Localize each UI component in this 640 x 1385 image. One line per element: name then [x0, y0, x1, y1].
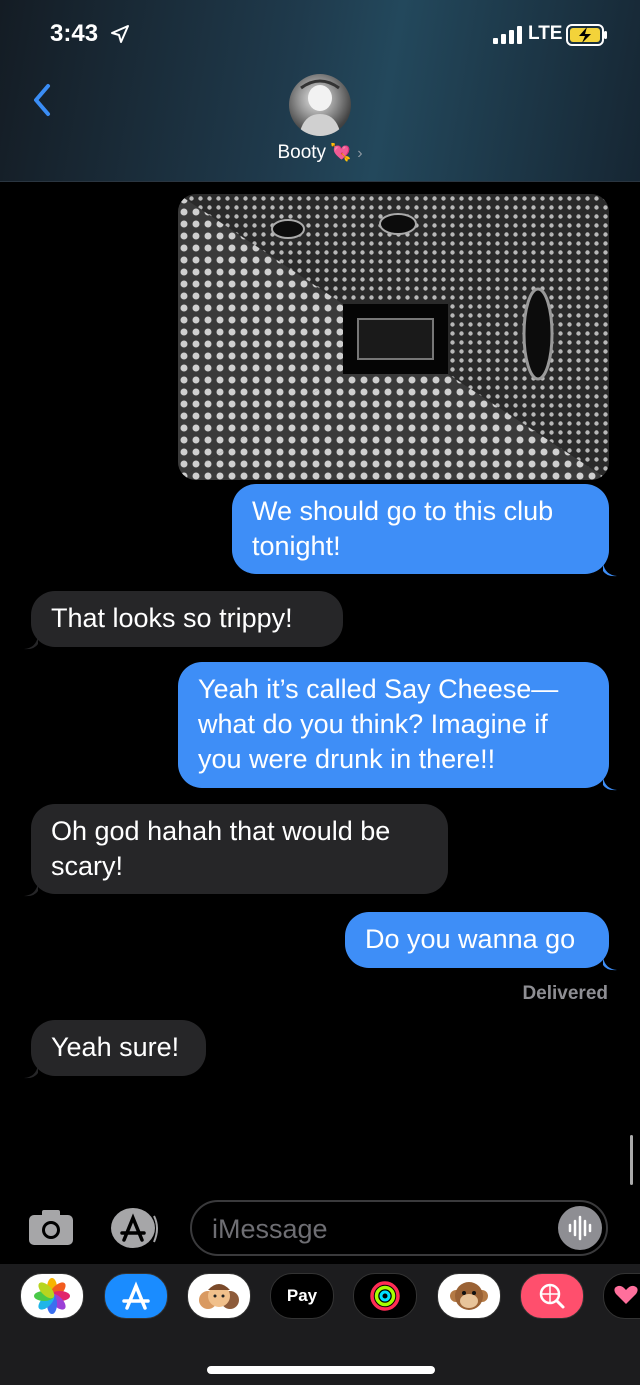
- cheese-grater-photo[interactable]: [178, 194, 609, 480]
- message-bubble-received[interactable]: Oh god hahah that would be scary!: [31, 804, 448, 894]
- heart-sticker-icon: [614, 1285, 638, 1304]
- pay-text: Pay: [286, 1286, 318, 1305]
- contact-avatar[interactable]: [289, 74, 351, 136]
- chevron-right-icon: ›: [357, 145, 363, 162]
- bubble-tail: [603, 957, 617, 971]
- imessage-placeholder: iMessage: [212, 1214, 328, 1244]
- camera-icon[interactable]: [28, 1208, 74, 1246]
- monkey-animoji-icon: [450, 1282, 488, 1310]
- photos-app-button[interactable]: [20, 1273, 84, 1319]
- contact-name-row[interactable]: Booty 💘 ›: [0, 142, 640, 164]
- heart-arrow-emoji-icon: 💘: [330, 143, 352, 162]
- app-store-icon[interactable]: [108, 1206, 158, 1250]
- location-arrow-icon: [111, 25, 129, 43]
- app-store-app-button[interactable]: [104, 1273, 168, 1319]
- audio-message-button[interactable]: [558, 1206, 602, 1250]
- back-chevron-icon[interactable]: [28, 80, 58, 120]
- web-image-search-app-button[interactable]: [520, 1273, 584, 1319]
- memoji-icon: [199, 1284, 239, 1309]
- audio-waveform-icon: [568, 1215, 592, 1241]
- bubble-tail: [603, 563, 617, 577]
- battery-charging-icon: [566, 24, 607, 46]
- avatar-portrait-icon: [299, 79, 341, 136]
- message-bubble-sent[interactable]: Do you wanna go: [345, 912, 609, 968]
- grater-interior-image: [178, 194, 609, 480]
- scrollbar[interactable]: [630, 1135, 633, 1185]
- message-bubble-sent[interactable]: We should go to this club tonight!: [232, 484, 609, 574]
- apple-pay-label: Pay: [271, 1286, 333, 1306]
- app-store-a-icon: [122, 1281, 150, 1310]
- globe-search-icon: [539, 1283, 565, 1309]
- home-indicator[interactable]: [207, 1366, 435, 1374]
- apple-pay-button[interactable]: Pay: [270, 1273, 334, 1319]
- message-bubble-received[interactable]: That looks so trippy!: [31, 591, 343, 647]
- activity-app-button[interactable]: [353, 1273, 417, 1319]
- imessage-input[interactable]: iMessage: [190, 1200, 608, 1256]
- delivered-status: Delivered: [522, 983, 608, 1004]
- bubble-tail: [24, 636, 38, 650]
- contact-name: Booty: [277, 142, 327, 163]
- conversation-header: 3:43 LTE Booty 💘 ›: [0, 0, 640, 182]
- message-bubble-sent[interactable]: Yeah it’s called Say Cheese—what do you …: [178, 662, 609, 788]
- animoji-app-button[interactable]: [437, 1273, 501, 1319]
- photos-icon: [34, 1278, 70, 1314]
- cellular-signal-icon: [493, 26, 522, 44]
- memoji-app-button[interactable]: [187, 1273, 251, 1319]
- status-time: 3:43: [50, 20, 99, 47]
- bubble-tail: [603, 777, 617, 791]
- message-bubble-received[interactable]: Yeah sure!: [31, 1020, 206, 1076]
- bubble-tail: [24, 883, 38, 897]
- hearts-sticker-app-button[interactable]: [603, 1273, 640, 1319]
- network-type: LTE: [528, 23, 563, 44]
- activity-rings-icon: [370, 1281, 400, 1311]
- bubble-tail: [24, 1065, 38, 1079]
